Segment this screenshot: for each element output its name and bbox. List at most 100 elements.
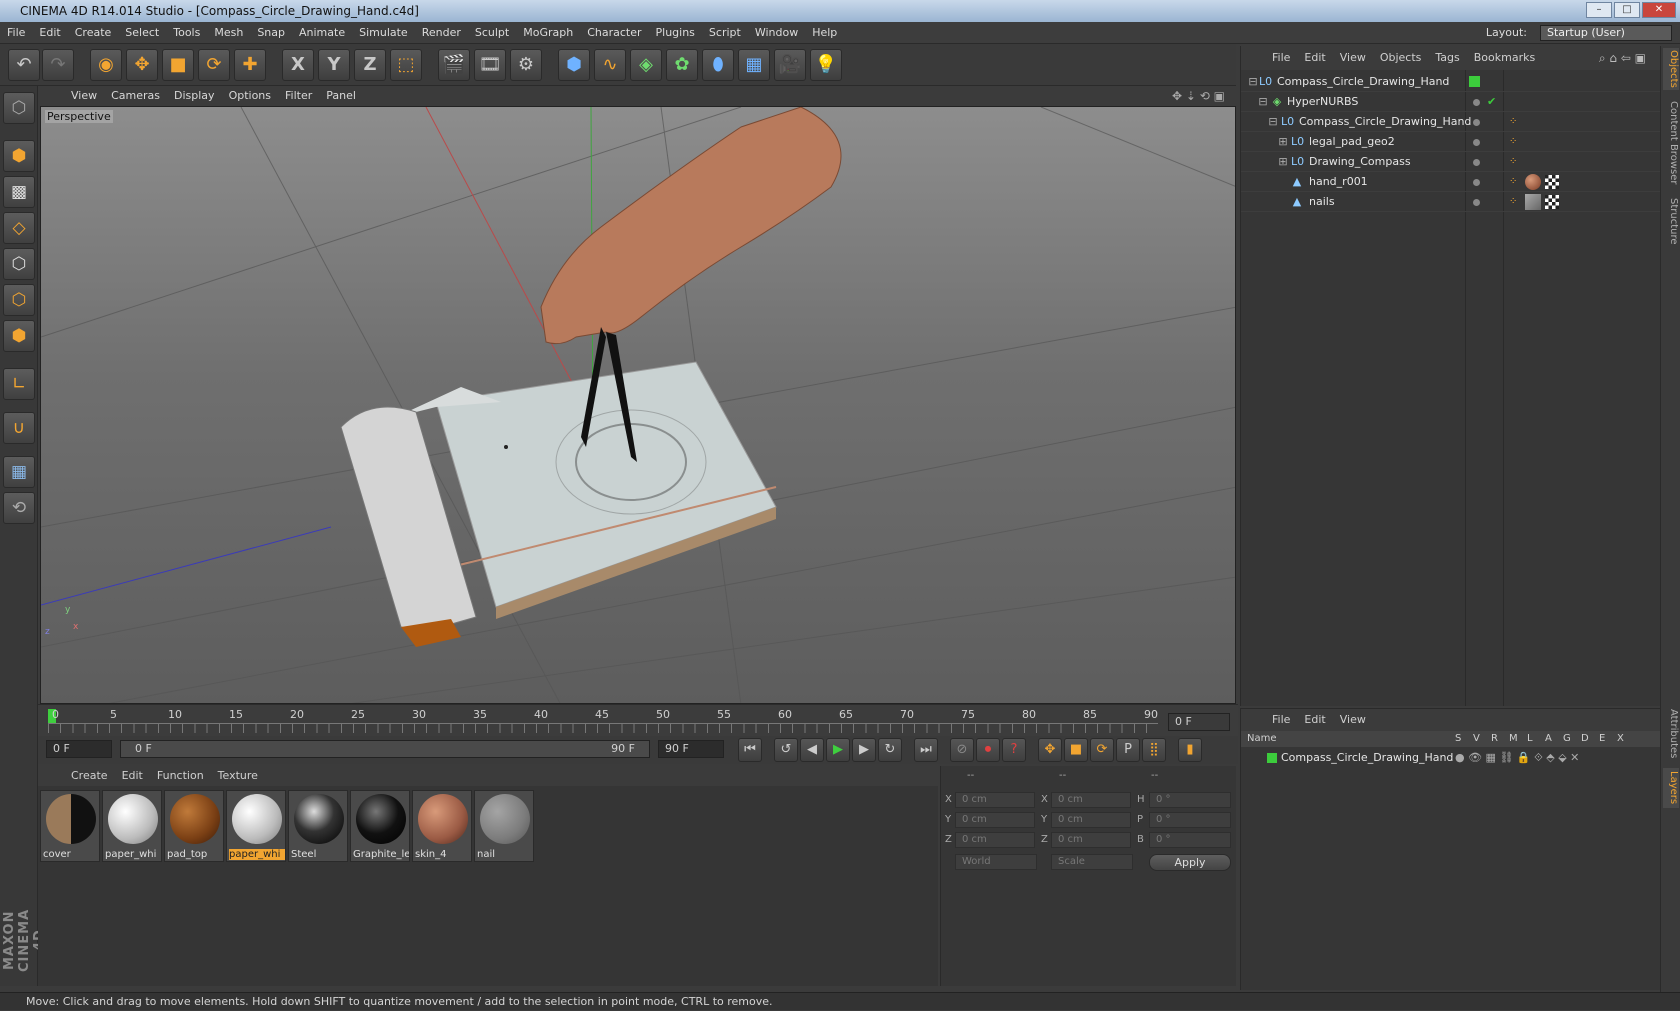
- move-tool-icon[interactable]: ✥: [126, 49, 158, 81]
- menu-mesh[interactable]: Mesh: [207, 22, 250, 44]
- next-key-icon[interactable]: ↻: [878, 738, 902, 762]
- record-keys-icon[interactable]: ⊘: [950, 738, 974, 762]
- position-x-field[interactable]: 0 cm: [955, 792, 1035, 808]
- start-frame-field[interactable]: 0 F: [46, 740, 112, 758]
- axis-mode-icon[interactable]: ∟: [3, 368, 35, 400]
- rotation-p-field[interactable]: 0 °: [1149, 812, 1231, 828]
- rotate-tool-icon[interactable]: ⟳: [198, 49, 230, 81]
- material-swatch[interactable]: pad_top: [164, 790, 224, 862]
- visibility-dot[interactable]: [1473, 99, 1480, 106]
- tag-icon[interactable]: ⁘: [1509, 136, 1521, 148]
- material-menu-texture[interactable]: Texture: [211, 766, 265, 786]
- camera-icon[interactable]: 🎥: [774, 49, 806, 81]
- layer-col-manager[interactable]: M: [1509, 731, 1518, 747]
- menu-mograph[interactable]: MoGraph: [516, 22, 580, 44]
- menu-render[interactable]: Render: [415, 22, 468, 44]
- material-swatch[interactable]: Steel: [288, 790, 348, 862]
- keyframe-selection-icon[interactable]: ?: [1002, 738, 1026, 762]
- object-manager-nav-icons[interactable]: ⌕ ⌂ ⇦ ▣: [1592, 46, 1653, 70]
- menu-file[interactable]: File: [0, 22, 32, 44]
- minimize-button[interactable]: –: [1586, 2, 1612, 18]
- position-z-field[interactable]: 0 cm: [955, 832, 1035, 848]
- collapse-icon[interactable]: ⊟: [1267, 112, 1279, 132]
- menu-snap[interactable]: Snap: [250, 22, 292, 44]
- size-x-field[interactable]: 0 cm: [1051, 792, 1131, 808]
- visibility-dot[interactable]: [1473, 179, 1480, 186]
- make-editable-icon[interactable]: ⬡: [3, 92, 35, 124]
- viewport-menu-options[interactable]: Options: [222, 86, 278, 106]
- material-swatch-selected[interactable]: paper_whi: [226, 790, 286, 862]
- tab-objects[interactable]: Objects: [1663, 48, 1679, 90]
- viewport-nav-icons[interactable]: ✥ ⇣ ⟲ ▣: [1165, 86, 1232, 106]
- snap-magnet-icon[interactable]: ∪: [3, 412, 35, 444]
- layer-col-xref[interactable]: X: [1617, 731, 1624, 747]
- material-swatch[interactable]: nail: [474, 790, 534, 862]
- menu-character[interactable]: Character: [580, 22, 648, 44]
- render-view-icon[interactable]: 🎬: [438, 49, 470, 81]
- objects-menu-edit[interactable]: Edit: [1297, 46, 1332, 70]
- position-y-field[interactable]: 0 cm: [955, 812, 1035, 828]
- viewport-menu-cameras[interactable]: Cameras: [104, 86, 167, 106]
- menu-help[interactable]: Help: [805, 22, 844, 44]
- key-pla-icon[interactable]: ⣿: [1142, 738, 1166, 762]
- apply-button[interactable]: Apply: [1149, 854, 1231, 871]
- coordinate-system-dropdown[interactable]: World: [955, 854, 1037, 870]
- layer-col-view[interactable]: V: [1473, 731, 1480, 747]
- menu-tools[interactable]: Tools: [166, 22, 207, 44]
- recent-tool-icon[interactable]: ✚: [234, 49, 266, 81]
- workplane-mode-icon[interactable]: ◇: [3, 212, 35, 244]
- viewport-menu-panel[interactable]: Panel: [319, 86, 363, 106]
- tag-icon[interactable]: ⁘: [1509, 156, 1521, 168]
- uvw-tag-icon[interactable]: [1545, 195, 1559, 209]
- rotation-b-field[interactable]: 0 °: [1149, 832, 1231, 848]
- floor-icon[interactable]: ▦: [738, 49, 770, 81]
- current-frame-field[interactable]: 0 F: [1168, 713, 1230, 731]
- layers-menu-file[interactable]: File: [1265, 709, 1297, 731]
- tab-structure[interactable]: Structure: [1663, 194, 1679, 248]
- spline-pen-icon[interactable]: ∿: [594, 49, 626, 81]
- redo-icon[interactable]: ↷: [42, 49, 74, 81]
- cube-primitive-icon[interactable]: ⬢: [558, 49, 590, 81]
- enabled-check-icon[interactable]: ✔: [1487, 92, 1496, 112]
- points-mode-icon[interactable]: ⬡: [3, 248, 35, 280]
- play-icon[interactable]: ▶: [826, 738, 850, 762]
- viewport-menu-view[interactable]: View: [64, 86, 104, 106]
- object-row[interactable]: ▲ hand_r001 ⁘: [1241, 172, 1661, 192]
- key-position-icon[interactable]: ✥: [1038, 738, 1062, 762]
- rotation-h-field[interactable]: 0 °: [1149, 792, 1231, 808]
- objects-menu-bookmarks[interactable]: Bookmarks: [1467, 46, 1542, 70]
- layer-col-expressions[interactable]: E: [1599, 731, 1605, 747]
- material-menu-create[interactable]: Create: [64, 766, 115, 786]
- menu-select[interactable]: Select: [118, 22, 166, 44]
- menu-animate[interactable]: Animate: [292, 22, 352, 44]
- y-axis-lock-button[interactable]: Y: [318, 49, 350, 81]
- key-rotation-icon[interactable]: ⟳: [1090, 738, 1114, 762]
- viewport-menu-filter[interactable]: Filter: [278, 86, 319, 106]
- coordinate-system-icon[interactable]: ⬚: [390, 49, 422, 81]
- layer-col-solo[interactable]: S: [1455, 731, 1461, 747]
- layers-menu-edit[interactable]: Edit: [1297, 709, 1332, 731]
- visibility-dot[interactable]: [1473, 139, 1480, 146]
- go-to-start-icon[interactable]: ⏮: [738, 738, 762, 762]
- layer-color-swatch[interactable]: [1267, 753, 1277, 763]
- tag-icon[interactable]: ⁘: [1509, 176, 1521, 188]
- maximize-button[interactable]: □: [1614, 2, 1640, 18]
- menu-plugins[interactable]: Plugins: [649, 22, 702, 44]
- timeline-ruler[interactable]: 0 5 10 15 20 25 30 35 40 45 50 55 60 65 …: [38, 704, 1238, 736]
- go-to-end-icon[interactable]: ⏭: [914, 738, 938, 762]
- polygons-mode-icon[interactable]: ⬢: [3, 320, 35, 352]
- visibility-dot[interactable]: [1473, 159, 1480, 166]
- tag-icon[interactable]: ⁘: [1509, 196, 1521, 208]
- render-picture-viewer-icon[interactable]: 🎞: [474, 49, 506, 81]
- next-frame-icon[interactable]: ▶: [852, 738, 876, 762]
- material-menu-function[interactable]: Function: [150, 766, 211, 786]
- tag-icon[interactable]: ⁘: [1509, 116, 1521, 128]
- objects-menu-tags[interactable]: Tags: [1428, 46, 1466, 70]
- expand-icon[interactable]: ⊞: [1277, 152, 1289, 172]
- workplane-grid-icon[interactable]: ▦: [3, 456, 35, 488]
- object-row[interactable]: ⊟ ◈ HyperNURBS ✔: [1241, 92, 1661, 112]
- visibility-dot[interactable]: [1473, 119, 1480, 126]
- perspective-viewport[interactable]: y x z Perspective: [40, 106, 1236, 704]
- light-icon[interactable]: 💡: [810, 49, 842, 81]
- x-axis-lock-button[interactable]: X: [282, 49, 314, 81]
